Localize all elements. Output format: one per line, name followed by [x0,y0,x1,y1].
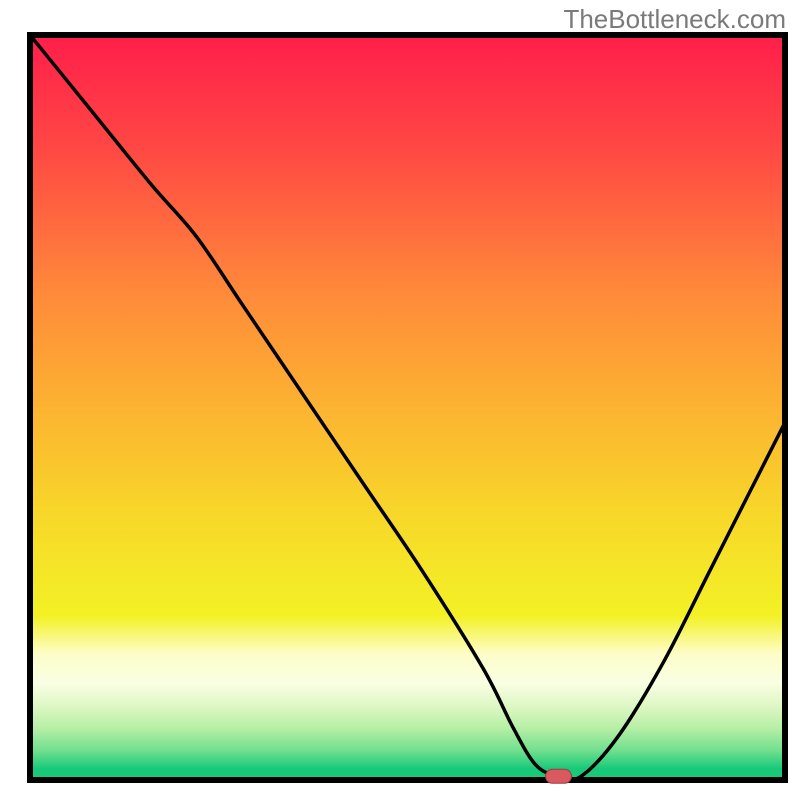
bottleneck-chart [0,0,800,800]
chart-frame: TheBottleneck.com [0,0,800,800]
plot-background [30,35,785,780]
optimum-marker [546,769,572,783]
watermark-text: TheBottleneck.com [563,4,786,35]
